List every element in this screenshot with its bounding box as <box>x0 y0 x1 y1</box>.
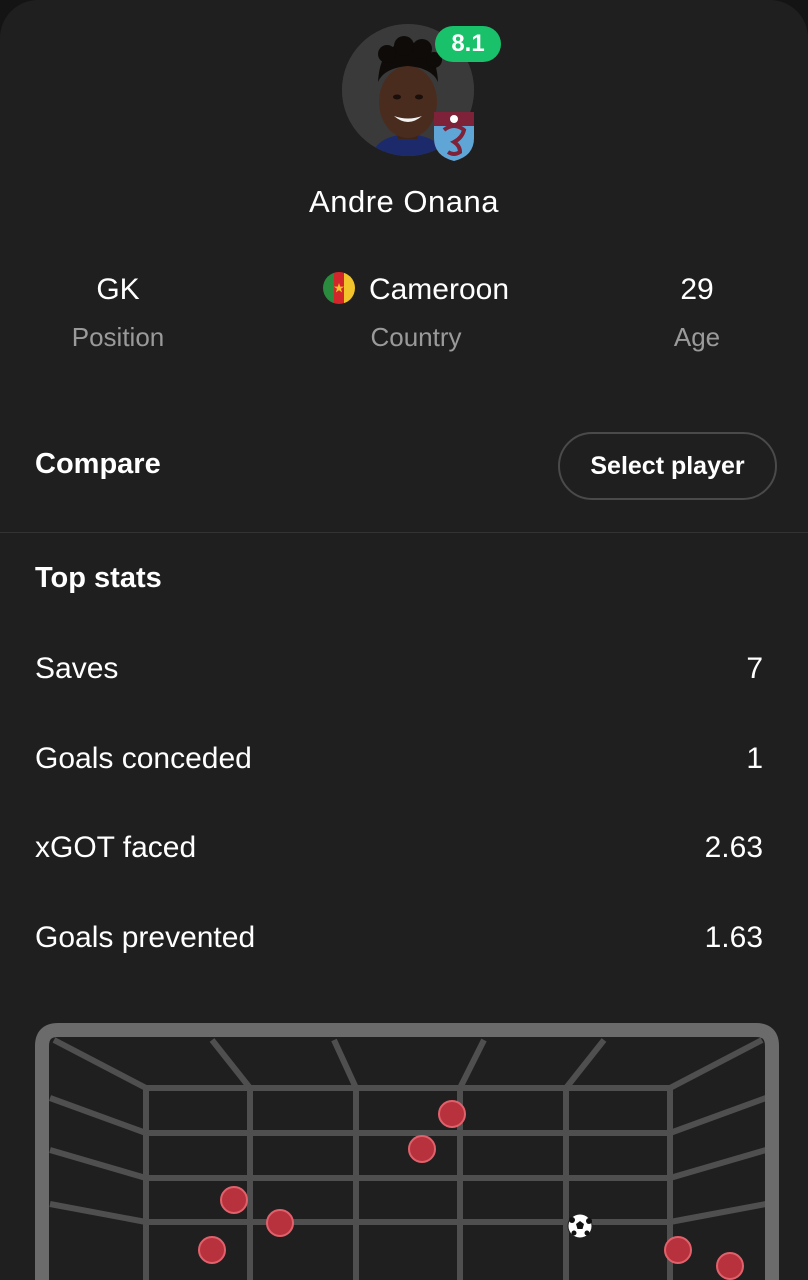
top-stats-title: Top stats <box>35 562 162 594</box>
shot-save-marker[interactable] <box>716 1252 744 1280</box>
position-value: GK <box>96 273 140 306</box>
shot-save-marker[interactable] <box>664 1236 692 1264</box>
shot-save-marker[interactable] <box>438 1100 466 1128</box>
trabzonspor-badge-icon <box>432 108 476 162</box>
select-player-button[interactable]: Select player <box>558 432 777 500</box>
goal-net <box>48 1037 768 1280</box>
stat-value: 1 <box>746 742 763 775</box>
section-divider <box>0 532 808 533</box>
country-label: Country <box>370 322 462 352</box>
stat-row-goals-prevented: Goals prevented 1.63 <box>35 921 763 961</box>
shot-save-marker[interactable] <box>266 1209 294 1237</box>
country-value: Cameroon <box>368 273 510 306</box>
stat-value: 2.63 <box>704 831 763 864</box>
info-age: 29 Age <box>637 270 757 353</box>
rating-badge: 8.1 <box>435 26 501 62</box>
player-name: Andre Onana <box>309 184 499 219</box>
position-label: Position <box>71 322 165 352</box>
shot-save-marker[interactable] <box>220 1186 248 1214</box>
cameroon-flag-icon <box>322 272 355 304</box>
age-label: Age <box>673 322 721 352</box>
compare-title: Compare <box>35 448 161 480</box>
stat-label: xGOT faced <box>35 831 197 864</box>
football-icon[interactable] <box>567 1213 593 1239</box>
stat-label: Goals prevented <box>35 921 256 954</box>
stat-row-saves: Saves 7 <box>35 652 763 692</box>
stat-row-xgot-faced: xGOT faced 2.63 <box>35 831 763 871</box>
stat-label: Goals conceded <box>35 742 252 775</box>
goal-shot-map <box>0 1018 808 1280</box>
shot-save-marker[interactable] <box>408 1135 436 1163</box>
stat-value: 7 <box>746 652 763 685</box>
age-value: 29 <box>680 273 714 306</box>
info-country: Cameroon Country <box>296 270 536 353</box>
stat-label: Saves <box>35 652 119 685</box>
stat-value: 1.63 <box>704 921 763 954</box>
info-position: GK Position <box>38 270 198 353</box>
stat-row-goals-conceded: Goals conceded 1 <box>35 742 763 782</box>
player-card-sheet: 8.1 Andre Onana GK Position Cameroon Cou… <box>0 0 808 1280</box>
goal-frame <box>35 1023 779 1280</box>
shot-save-marker[interactable] <box>198 1236 226 1264</box>
